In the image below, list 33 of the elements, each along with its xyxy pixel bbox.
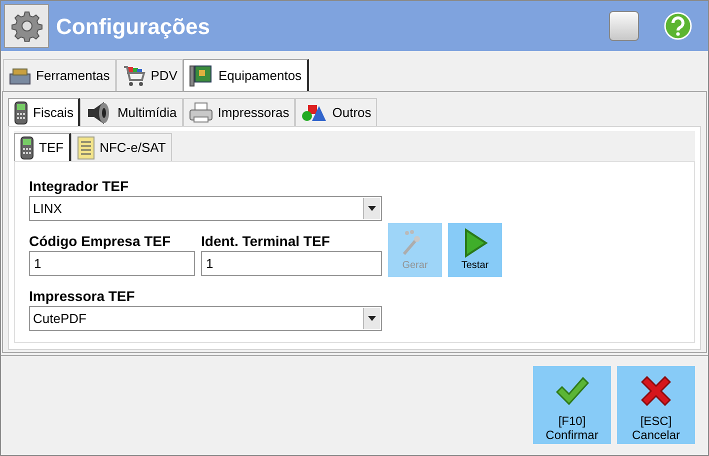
square-icon[interactable] — [609, 11, 639, 41]
tab[interactable]: Ferramentas — [3, 59, 116, 91]
field-label: Ident. Terminal TEF — [201, 232, 331, 251]
integrator-dropdown[interactable]: LINX — [29, 196, 382, 221]
help-icon[interactable] — [664, 12, 692, 40]
tab[interactable]: Impressoras — [182, 98, 296, 126]
document-icon — [76, 136, 95, 160]
tab[interactable]: PDV — [116, 59, 184, 91]
tab[interactable]: Multimídia — [80, 98, 183, 126]
tab[interactable]: Equipamentos — [183, 59, 309, 91]
action-button[interactable]: Testar — [448, 223, 502, 277]
toolbox-icon — [9, 66, 31, 86]
window-title: Configurações — [56, 12, 210, 41]
tab[interactable]: TEF — [14, 133, 71, 161]
field-label: Código Empresa TEF — [29, 232, 172, 251]
circuit-board-icon — [189, 64, 214, 88]
cart-icon — [122, 64, 146, 86]
gear-icon — [4, 4, 49, 48]
printer-dropdown[interactable]: CutePDF — [29, 306, 382, 331]
field-label: Integrador TEF — [29, 177, 130, 196]
shapes-icon — [301, 102, 328, 122]
card-terminal-icon — [20, 136, 34, 160]
terminal-id-field[interactable]: 1 — [201, 251, 382, 276]
checkmark-icon — [555, 376, 589, 406]
tab[interactable]: NFC-e/SAT — [70, 133, 172, 161]
footer-button[interactable]: [ESC] Cancelar — [617, 366, 695, 444]
company-code-field[interactable]: 1 — [29, 251, 195, 276]
tab[interactable]: Outros — [295, 98, 378, 126]
printer-icon — [188, 102, 213, 124]
footer-button[interactable]: [F10] Confirmar — [533, 366, 611, 444]
tab[interactable]: Fiscais — [8, 98, 80, 126]
close-icon — [641, 376, 671, 406]
field-label: Impressora TEF — [29, 287, 136, 306]
